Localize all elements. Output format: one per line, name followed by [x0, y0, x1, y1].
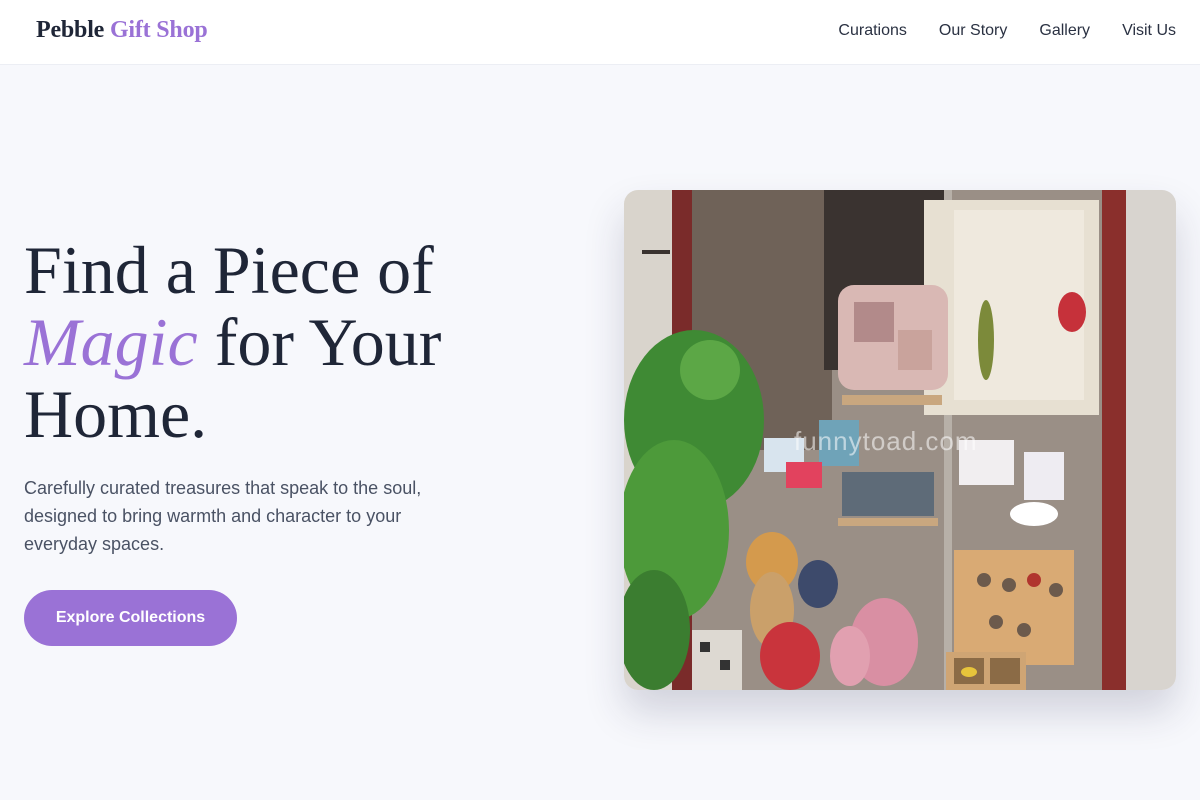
hero-title-line-2-rest: for Your — [197, 304, 442, 380]
explore-collections-button[interactable]: Explore Collections — [24, 590, 237, 646]
hero-title-line-1: Find a Piece of — [24, 232, 434, 308]
main-nav: Curations Our Story Gallery Visit Us — [838, 22, 1176, 40]
nav-link-curations[interactable]: Curations — [838, 22, 906, 40]
patterned-bag — [692, 630, 742, 690]
brand-name-accent: Gift Shop — [109, 17, 208, 43]
bottles — [842, 472, 934, 516]
image-watermark: funnytoad.com — [794, 426, 978, 456]
nav-link-visit-us[interactable]: Visit Us — [1122, 22, 1176, 40]
fox-plush — [760, 622, 820, 690]
hanging-bracket — [642, 250, 670, 254]
hero-title-line-3: Home. — [24, 376, 208, 452]
brand-name-main: Pebble — [36, 17, 105, 43]
shop-window-photo: funnytoad.com — [624, 190, 1176, 690]
window-frame-right — [1102, 190, 1126, 690]
hero-subtitle: Carefully curated treasures that speak t… — [24, 478, 422, 554]
upper-shelf — [842, 395, 942, 405]
green-bird-art — [978, 300, 994, 380]
red-bird-art — [1058, 292, 1086, 332]
stone-wall-right — [1124, 190, 1176, 690]
hero-title-magic: Magic — [24, 304, 198, 380]
nav-link-gallery[interactable]: Gallery — [1039, 22, 1090, 40]
top-navigation-bar: Pebble Gift Shop Curations Our Story Gal… — [0, 0, 1200, 65]
pink-horse — [786, 462, 822, 488]
nav-link-our-story[interactable]: Our Story — [939, 22, 1007, 40]
white-bird — [1010, 502, 1058, 526]
wooden-bird-display — [954, 550, 1074, 665]
hero-title: Find a Piece of Magic for Your Home. — [24, 234, 544, 450]
middle-shelf — [838, 518, 938, 526]
elephant-plush — [798, 560, 838, 608]
brand-logo[interactable]: Pebble Gift Shop — [36, 17, 208, 44]
